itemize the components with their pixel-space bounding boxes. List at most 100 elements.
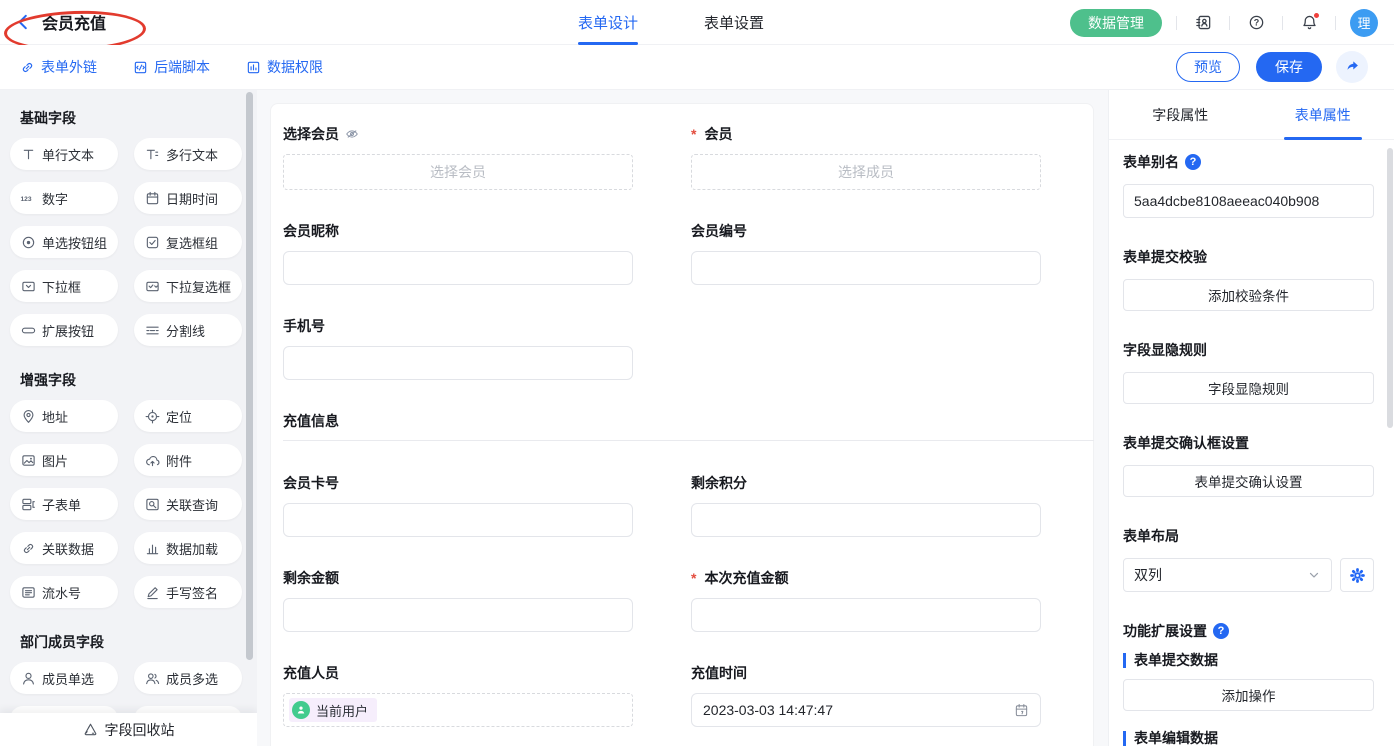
field-operator[interactable]: 充值人员 当前用户	[283, 663, 633, 727]
section-form-alias: 表单别名 ?	[1123, 152, 1374, 218]
data-load-icon	[144, 540, 160, 556]
member-select-box[interactable]: 选择成员	[691, 154, 1041, 190]
recharge-amount-input[interactable]	[691, 598, 1041, 632]
back-button[interactable]	[14, 13, 32, 31]
field-item-address[interactable]: 地址	[10, 400, 118, 432]
notification-bell-icon[interactable]	[1297, 11, 1321, 35]
add-validation-button[interactable]: 添加校验条件	[1123, 279, 1374, 311]
subform-icon	[20, 496, 36, 512]
field-label: 剩余积分	[691, 473, 747, 493]
field-item-select[interactable]: 下拉框	[10, 270, 118, 302]
field-nickname[interactable]: 会员昵称	[283, 221, 633, 285]
field-item-text-multi[interactable]: 多行文本	[134, 138, 242, 170]
permission-icon	[246, 60, 261, 75]
divider	[1282, 16, 1283, 30]
subsection-edit-data: 表单编辑数据 添加操作	[1123, 731, 1374, 746]
field-item-subform[interactable]: 子表单	[10, 488, 118, 520]
field-item-radio-group[interactable]: 单选按钮组	[10, 226, 118, 258]
field-item-checkbox-group[interactable]: 复选框组	[134, 226, 242, 258]
field-member-no[interactable]: 会员编号	[691, 221, 1041, 285]
form-alias-input[interactable]	[1123, 184, 1374, 218]
field-item-signature[interactable]: 手写签名	[134, 576, 242, 608]
member-picker-box[interactable]: 选择会员	[283, 154, 633, 190]
save-button[interactable]: 保存	[1256, 52, 1322, 82]
form-designer-app: 会员充值 表单设计 表单设置 数据管理 ? 理	[0, 0, 1394, 746]
svg-text:123: 123	[20, 196, 31, 203]
field-item-number[interactable]: 123数字	[10, 182, 118, 214]
form-layout-select[interactable]: 双列	[1123, 558, 1332, 592]
tab-form-design[interactable]: 表单设计	[578, 0, 638, 45]
field-label: 会员	[704, 124, 732, 144]
field-item-serial[interactable]: 流水号	[10, 576, 118, 608]
section-form-layout: 表单布局 双列	[1123, 526, 1374, 592]
field-item-label: 定位	[166, 407, 192, 426]
toolbar-links: 表单外链 后端脚本 数据权限	[0, 57, 323, 77]
data-permission-link[interactable]: 数据权限	[246, 57, 323, 77]
field-item-locate[interactable]: 定位	[134, 400, 242, 432]
field-item-label: 扩展按钮	[42, 321, 94, 340]
field-item-text-single[interactable]: 单行文本	[10, 138, 118, 170]
field-item-member-single[interactable]: 成员单选	[10, 662, 118, 694]
field-phone[interactable]: 手机号	[283, 316, 633, 380]
field-item-extend-button[interactable]: 扩展按钮	[10, 314, 118, 346]
field-recharge-time[interactable]: 充值时间 2023-03-03 14:47:47	[691, 663, 1041, 727]
field-recycle-bin[interactable]: 字段回收站	[0, 713, 257, 746]
field-item-linked-query[interactable]: 关联查询	[134, 488, 242, 520]
member-single-icon	[20, 670, 36, 686]
help-badge-icon[interactable]: ?	[1185, 154, 1201, 170]
preview-button[interactable]: 预览	[1176, 52, 1240, 82]
user-avatar[interactable]: 理	[1350, 9, 1378, 37]
field-label: 选择会员	[283, 124, 339, 144]
field-item-datetime[interactable]: 日期时间	[134, 182, 242, 214]
help-icon[interactable]: ?	[1244, 11, 1268, 35]
field-balance[interactable]: 剩余金额	[283, 568, 633, 632]
header-actions: 数据管理 ? 理	[1070, 0, 1378, 45]
tab-form-settings[interactable]: 表单设置	[704, 0, 764, 45]
share-button[interactable]	[1336, 51, 1368, 83]
tab-form-properties[interactable]: 表单属性	[1252, 90, 1394, 139]
section-submit-validation: 表单提交校验 添加校验条件	[1123, 247, 1374, 311]
data-manage-button[interactable]: 数据管理	[1070, 9, 1162, 37]
card-no-input[interactable]	[283, 503, 633, 537]
operator-member-box[interactable]: 当前用户	[283, 693, 633, 727]
panel-scrollbar-thumb[interactable]	[1387, 148, 1393, 428]
user-avatar-icon	[292, 701, 310, 719]
field-item-divider[interactable]: 分割线	[134, 314, 242, 346]
layout-settings-button[interactable]	[1340, 558, 1374, 592]
field-member[interactable]: * 会员 选择成员	[691, 124, 1041, 190]
field-recharge-amount[interactable]: * 本次充值金额	[691, 568, 1041, 632]
field-select-member[interactable]: 选择会员 选择会员	[283, 124, 633, 190]
recharge-time-input[interactable]: 2023-03-03 14:47:47	[691, 693, 1041, 727]
divider	[1229, 16, 1230, 30]
sidebar-scrollbar-thumb[interactable]	[246, 92, 253, 660]
points-input[interactable]	[691, 503, 1041, 537]
section-recharge-info[interactable]: 充值信息	[283, 411, 1094, 441]
form-card: 选择会员 选择会员 * 会员 选择成员	[270, 103, 1094, 746]
field-item-image[interactable]: 图片	[10, 444, 118, 476]
add-action-submit-button[interactable]: 添加操作	[1123, 679, 1374, 711]
divider-icon	[144, 322, 160, 338]
field-points[interactable]: 剩余积分	[691, 473, 1041, 537]
contacts-icon[interactable]	[1191, 11, 1215, 35]
field-item-member-multi[interactable]: 成员多选	[134, 662, 242, 694]
member-no-input[interactable]	[691, 251, 1041, 285]
subsection-submit-data: 表单提交数据 添加操作	[1123, 653, 1374, 711]
field-item-data-load[interactable]: 数据加载	[134, 532, 242, 564]
help-badge-icon[interactable]: ?	[1213, 623, 1229, 639]
locate-icon	[144, 408, 160, 424]
field-item-linked-data[interactable]: 关联数据	[10, 532, 118, 564]
backend-script-link[interactable]: 后端脚本	[133, 57, 210, 77]
field-item-attachment[interactable]: 附件	[134, 444, 242, 476]
submit-confirm-button[interactable]: 表单提交确认设置	[1123, 465, 1374, 497]
phone-input[interactable]	[283, 346, 633, 380]
field-card-no[interactable]: 会员卡号	[283, 473, 633, 537]
toolbar-actions: 预览 保存	[1176, 51, 1368, 83]
field-visibility-button[interactable]: 字段显隐规则	[1123, 372, 1374, 404]
field-palette-sidebar: 基础字段 单行文本多行文本123数字日期时间单选按钮组复选框组下拉框下拉复选框扩…	[0, 90, 257, 746]
nickname-input[interactable]	[283, 251, 633, 285]
datetime-icon	[144, 190, 160, 206]
field-item-multi-select[interactable]: 下拉复选框	[134, 270, 242, 302]
balance-input[interactable]	[283, 598, 633, 632]
tab-field-properties[interactable]: 字段属性	[1109, 90, 1252, 139]
form-external-link[interactable]: 表单外链	[20, 57, 97, 77]
